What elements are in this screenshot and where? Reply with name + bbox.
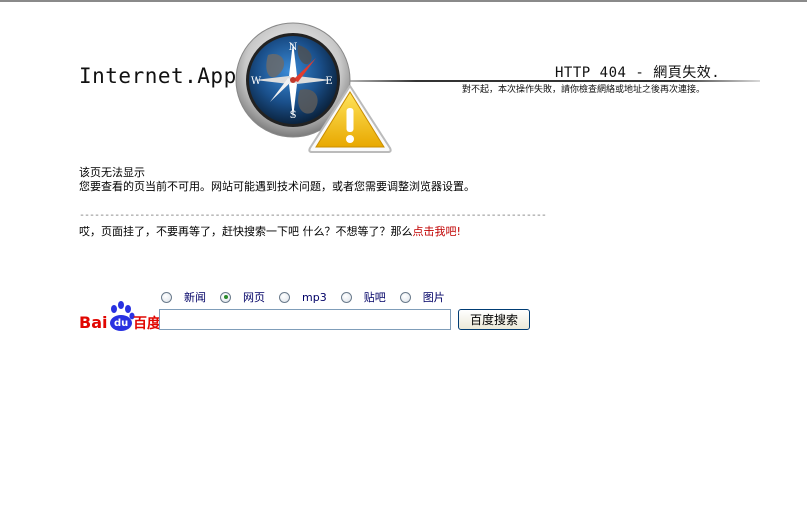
radio-web-label[interactable]: 网页: [243, 289, 265, 305]
radio-mp3-label[interactable]: mp3: [302, 291, 327, 304]
baidu-logo: Bai du 百度: [79, 301, 161, 332]
http-error-title: HTTP 404 - 網頁失效.: [555, 65, 721, 81]
search-input[interactable]: [159, 309, 451, 330]
radio-news[interactable]: [161, 291, 172, 303]
radio-images[interactable]: [399, 291, 411, 303]
baidu-search-button[interactable]: 百度搜索: [458, 309, 530, 330]
compass-warning-logo: N S W E: [235, 22, 392, 153]
svg-text:百度: 百度: [133, 315, 161, 332]
radio-tieba-label[interactable]: 贴吧: [364, 289, 386, 305]
svg-text:du: du: [114, 318, 128, 329]
radio-images-label[interactable]: 图片: [423, 289, 445, 305]
radio-tieba[interactable]: [340, 291, 352, 303]
dashed-divider: ----------------------------------------…: [79, 210, 547, 221]
error-page: Internet.App HTTP 404 - 網頁失效. 對不起，本次操作失敗…: [0, 0, 807, 513]
compass-e-label: E: [325, 76, 332, 87]
http-error-subtitle: 對不起，本次操作失敗，請你檢查網絡或地址之後再次連接。: [462, 85, 706, 95]
search-prompt: 哎，页面挂了，不要再等了，赶快搜索一下吧 什么？不想等了？那么点击我吧!: [79, 223, 461, 239]
compass-w-label: W: [251, 76, 262, 87]
svg-text:Bai: Bai: [79, 313, 107, 332]
error-message: 该页无法显示 您要查看的页当前不可用。网站可能遇到技术问题，或者您需要调整浏览器…: [79, 166, 475, 194]
error-message-body: 您要查看的页当前不可用。网站可能遇到技术问题，或者您需要调整浏览器设置。: [79, 180, 475, 193]
radio-mp3[interactable]: [279, 291, 290, 303]
error-message-title: 该页无法显示: [79, 166, 145, 179]
radio-news-label[interactable]: 新闻: [184, 289, 206, 305]
search-prompt-text: 哎，页面挂了，不要再等了，赶快搜索一下吧 什么？不想等了？那么: [79, 225, 413, 238]
brand-title: Internet.App: [79, 64, 237, 88]
compass-s-label: S: [290, 110, 297, 121]
search-category-options: 新闻 网页 mp3 贴吧 图片: [161, 289, 459, 305]
compass-n-label: N: [289, 42, 298, 53]
click-me-link[interactable]: 点击我吧!: [413, 225, 461, 238]
radio-web[interactable]: [220, 291, 231, 303]
